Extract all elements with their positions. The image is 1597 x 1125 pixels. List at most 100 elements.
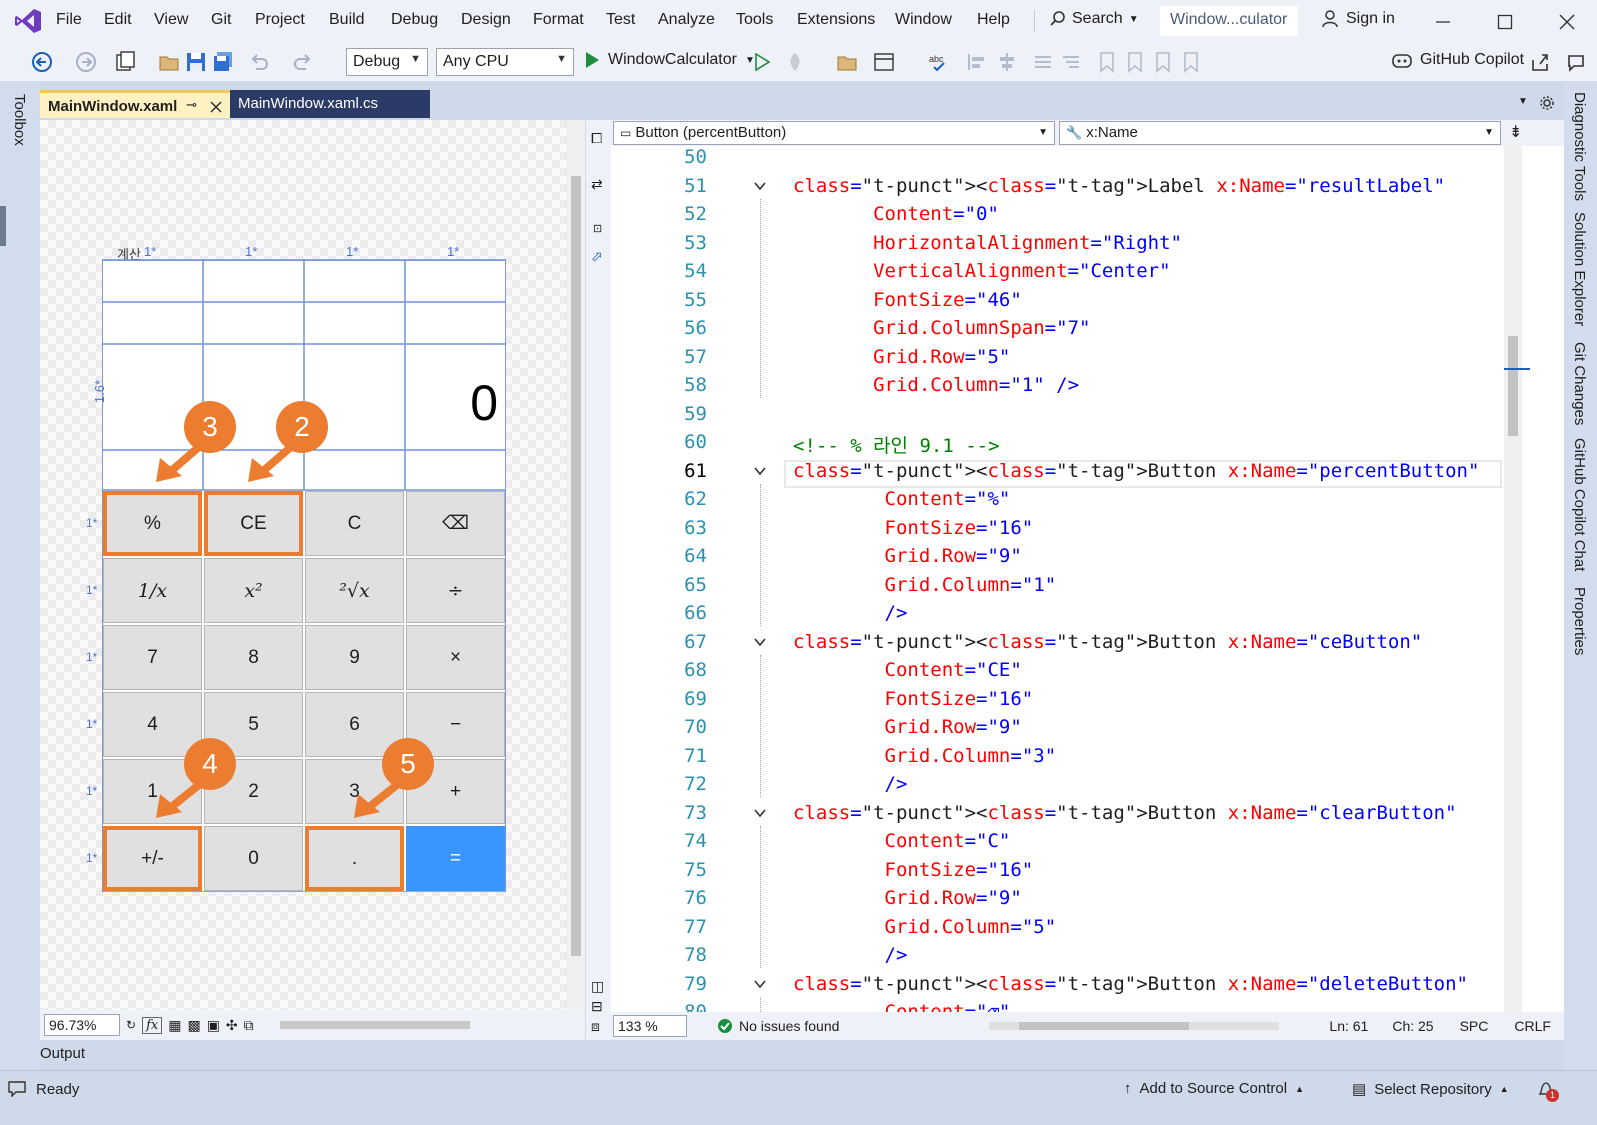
fold-toggle[interactable] bbox=[753, 179, 767, 193]
menu-project[interactable]: Project bbox=[255, 11, 305, 29]
sign-in-button[interactable]: Sign in bbox=[1322, 10, 1395, 28]
code-line[interactable]: 63 FontSize="16" bbox=[611, 517, 1564, 546]
code-line[interactable]: 77 Grid.Column="5" bbox=[611, 916, 1564, 945]
horizontal-split-icon[interactable]: ⊟ bbox=[591, 998, 603, 1015]
code-line[interactable]: 55 FontSize="46" bbox=[611, 289, 1564, 318]
scrollbar-thumb[interactable] bbox=[1508, 336, 1518, 436]
designer-horizontal-scrollbar[interactable] bbox=[279, 1021, 470, 1029]
maximize-icon[interactable] bbox=[1497, 14, 1513, 30]
hot-reload-icon[interactable] bbox=[784, 51, 806, 73]
code-line[interactable]: 50 bbox=[611, 146, 1564, 175]
code-line[interactable]: 79 class="t-punct"><class="t-tag">Button … bbox=[611, 973, 1564, 1002]
collapse-pane-icon[interactable]: ⊡ bbox=[593, 222, 602, 235]
artboard-icon[interactable]: ▣ bbox=[207, 1017, 220, 1034]
copilot-chat-tab[interactable]: GitHub Copilot Chat bbox=[1571, 438, 1588, 571]
properties-tab[interactable]: Properties bbox=[1571, 587, 1588, 655]
select-repository-button[interactable]: ▤ Select Repository ▲ bbox=[1352, 1080, 1509, 1099]
tab-list-dropdown-icon[interactable]: ▼ bbox=[1518, 96, 1528, 107]
close-icon[interactable] bbox=[1559, 14, 1575, 30]
code-line[interactable]: 54 VerticalAlignment="Center" bbox=[611, 260, 1564, 289]
fold-chevron-icon[interactable] bbox=[753, 977, 767, 991]
code-line[interactable]: 76 Grid.Row="9" bbox=[611, 887, 1564, 916]
undo-icon[interactable] bbox=[248, 51, 270, 73]
menu-window[interactable]: Window bbox=[895, 11, 952, 29]
github-copilot-button[interactable]: GitHub Copilot bbox=[1392, 51, 1524, 69]
code-line[interactable]: 62 Content="%" bbox=[611, 488, 1564, 517]
comment-lines-icon[interactable] bbox=[1032, 51, 1054, 73]
code-line[interactable]: 66 /> bbox=[611, 602, 1564, 631]
code-line[interactable]: 59 bbox=[611, 403, 1564, 432]
code-line[interactable]: 71 Grid.Column="3" bbox=[611, 745, 1564, 774]
configuration-dropdown[interactable]: Debug ▼ bbox=[346, 48, 428, 76]
menu-view[interactable]: View bbox=[154, 11, 188, 29]
menu-tools[interactable]: Tools bbox=[736, 11, 773, 29]
menu-format[interactable]: Format bbox=[533, 11, 584, 29]
editor-vertical-scrollbar[interactable] bbox=[1504, 146, 1522, 1012]
code-line[interactable]: 57 Grid.Row="5" bbox=[611, 346, 1564, 375]
start-without-debugging-icon[interactable] bbox=[754, 53, 770, 71]
fold-chevron-icon[interactable] bbox=[753, 179, 767, 193]
search-box[interactable]: Search ▼ bbox=[1050, 10, 1139, 28]
output-tab[interactable]: Output bbox=[40, 1045, 85, 1062]
code-line[interactable]: 69 FontSize="16" bbox=[611, 688, 1564, 717]
new-project-icon[interactable] bbox=[114, 51, 136, 73]
align-left-icon[interactable] bbox=[966, 51, 988, 73]
scrollbar-thumb[interactable] bbox=[1019, 1022, 1190, 1030]
code-line[interactable]: 52 Content="0" bbox=[611, 203, 1564, 232]
tab-mainwindow-xaml-cs[interactable]: MainWindow.xaml.cs bbox=[230, 90, 430, 118]
element-dropdown[interactable]: ▭ Button (percentButton) ▼ bbox=[613, 121, 1055, 145]
fold-toggle[interactable] bbox=[753, 635, 767, 649]
pin-icon[interactable]: ⊸ bbox=[186, 97, 197, 113]
menu-extensions[interactable]: Extensions bbox=[797, 11, 875, 29]
bookmark-clear-icon[interactable] bbox=[1180, 51, 1202, 73]
spell-check-icon[interactable]: abc bbox=[928, 51, 950, 73]
menu-git[interactable]: Git bbox=[211, 11, 231, 29]
collapse-designer-icon[interactable]: ⧈ bbox=[591, 1018, 600, 1035]
snap-grid-icon[interactable]: ▩ bbox=[187, 1017, 200, 1034]
redo-icon[interactable] bbox=[292, 51, 314, 73]
minimize-icon[interactable] bbox=[1435, 14, 1451, 30]
code-line[interactable]: 65 Grid.Column="1" bbox=[611, 574, 1564, 603]
effects-fx-icon[interactable]: fx bbox=[142, 1016, 163, 1034]
popout-xaml-icon[interactable]: ⬀ bbox=[591, 248, 603, 265]
menu-build[interactable]: Build bbox=[329, 11, 365, 29]
solution-folder-icon[interactable] bbox=[836, 51, 858, 73]
toolbox-tab[interactable]: Toolbox bbox=[11, 94, 28, 146]
snap-lines-icon[interactable]: ✣ bbox=[226, 1017, 238, 1034]
tab-mainwindow-xaml[interactable]: MainWindow.xaml ⊸ bbox=[40, 90, 230, 118]
start-debugging-button[interactable]: WindowCalculator ▼ bbox=[584, 51, 755, 69]
line-ending-status[interactable]: CRLF bbox=[1514, 1018, 1551, 1034]
platform-dropdown[interactable]: Any CPU ▼ bbox=[436, 48, 574, 76]
fold-chevron-icon[interactable] bbox=[753, 806, 767, 820]
save-icon[interactable] bbox=[185, 51, 207, 73]
uncomment-lines-icon[interactable] bbox=[1060, 51, 1082, 73]
editor-zoom-dropdown[interactable]: 133 % bbox=[613, 1015, 687, 1037]
fold-toggle[interactable] bbox=[753, 464, 767, 478]
visual-studio-logo-icon[interactable] bbox=[14, 8, 42, 34]
menu-help[interactable]: Help bbox=[977, 11, 1010, 29]
designer-vertical-scrollbar[interactable] bbox=[567, 120, 585, 1010]
menu-design[interactable]: Design bbox=[461, 11, 511, 29]
code-line[interactable]: 78 /> bbox=[611, 944, 1564, 973]
editor-horizontal-scrollbar[interactable] bbox=[989, 1022, 1280, 1030]
refresh-icon[interactable]: ↻ bbox=[126, 1018, 136, 1032]
code-lines[interactable]: 50 51 class="t-punct"><class="t-tag">Label… bbox=[611, 146, 1564, 1012]
code-line[interactable]: 68 Content="CE" bbox=[611, 659, 1564, 688]
code-line[interactable]: 67 class="t-punct"><class="t-tag">Button … bbox=[611, 631, 1564, 660]
code-line[interactable]: 74 Content="C" bbox=[611, 830, 1564, 859]
grid-toggle-icon[interactable]: ▦ bbox=[168, 1017, 181, 1034]
vertical-split-icon[interactable]: ◫ bbox=[591, 978, 604, 995]
code-line[interactable]: 73 class="t-punct"><class="t-tag">Button … bbox=[611, 802, 1564, 831]
diagnostic-tools-tab[interactable]: Diagnostic Tools bbox=[1571, 92, 1588, 201]
code-line[interactable]: 56 Grid.ColumnSpan="7" bbox=[611, 317, 1564, 346]
member-dropdown[interactable]: 🔧 x:Name ▼ bbox=[1059, 121, 1501, 145]
split-editor-icon[interactable]: ⇟ bbox=[1509, 122, 1522, 142]
navigate-back-icon[interactable] bbox=[30, 50, 54, 74]
code-line[interactable]: 51 class="t-punct"><class="t-tag">Label x… bbox=[611, 175, 1564, 204]
code-line[interactable]: 61 class="t-punct"><class="t-tag">Button … bbox=[611, 460, 1564, 489]
bookmark-prev-icon[interactable] bbox=[1124, 51, 1146, 73]
share-icon[interactable] bbox=[1530, 52, 1550, 72]
code-line[interactable]: 75 FontSize="16" bbox=[611, 859, 1564, 888]
bookmark-icon[interactable] bbox=[1096, 51, 1118, 73]
navigate-forward-icon[interactable] bbox=[74, 50, 98, 74]
